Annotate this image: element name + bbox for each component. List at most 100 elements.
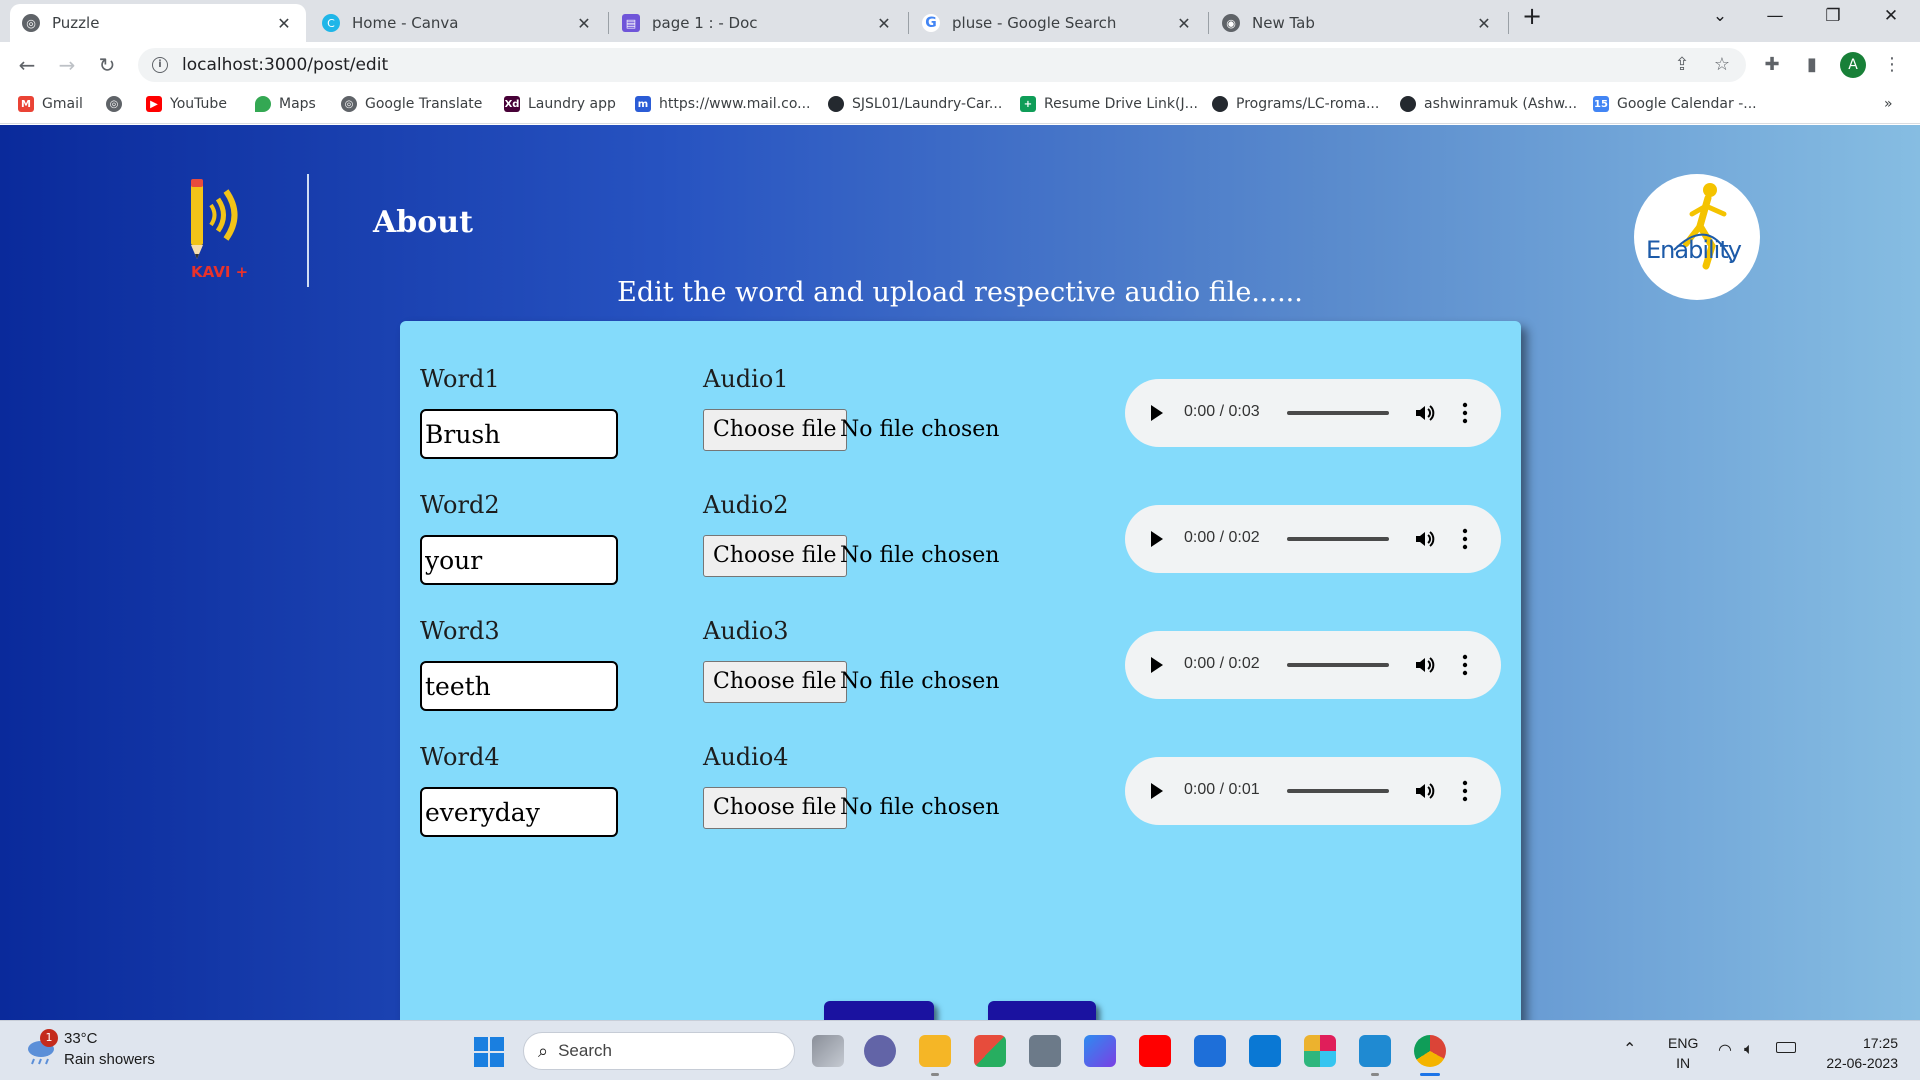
youtube-icon: ▶ xyxy=(146,96,162,112)
chrome-icon[interactable] xyxy=(1414,1035,1446,1067)
tab-search-chevron-icon[interactable]: ⌄ xyxy=(1700,6,1740,26)
file-status-text: No file chosen xyxy=(840,417,1000,442)
extensions-puzzle-icon[interactable]: ✚ xyxy=(1760,53,1784,77)
page-title[interactable]: About xyxy=(373,205,473,240)
more-options-icon[interactable] xyxy=(1462,527,1468,551)
word-input[interactable] xyxy=(420,535,618,585)
bookmark-laundry-app[interactable]: Xd Laundry app xyxy=(504,96,616,112)
back-arrow-icon[interactable]: ← xyxy=(13,51,41,79)
bookmark-laundry-repo[interactable]: SJSL01/Laundry-Car... xyxy=(828,96,1002,112)
bookmark-github-profile[interactable]: ashwinramuk (Ashw... xyxy=(1400,96,1577,112)
windows-start-icon[interactable] xyxy=(474,1037,504,1067)
file-status-text: No file chosen xyxy=(840,669,1000,694)
speaker-icon[interactable]: 🔈︎ xyxy=(1744,1039,1754,1059)
tab-separator xyxy=(1208,12,1209,34)
tab-doc[interactable]: ▤ page 1 : - Doc ✕ xyxy=(610,4,906,42)
bookmark-gmail[interactable]: M Gmail xyxy=(18,96,83,112)
address-bar[interactable]: i localhost:3000/post/edit xyxy=(138,48,1746,82)
word-input[interactable] xyxy=(420,787,618,837)
play-icon[interactable] xyxy=(1151,657,1163,673)
play-icon[interactable] xyxy=(1151,531,1163,547)
news-app-icon[interactable] xyxy=(1194,1035,1226,1067)
word-input[interactable] xyxy=(420,409,618,459)
bookmark-youtube[interactable]: ▶ YouTube xyxy=(146,96,227,112)
bookmark-star-icon[interactable]: ☆ xyxy=(1710,53,1734,77)
github-icon xyxy=(1400,96,1416,112)
restore-icon[interactable]: ❐ xyxy=(1813,6,1853,26)
side-panel-icon[interactable]: ▮ xyxy=(1800,53,1824,77)
youtube-app-icon[interactable] xyxy=(1139,1035,1171,1067)
choose-file-button[interactable]: Choose file xyxy=(703,661,847,703)
menu-kebab-icon[interactable]: ⋮ xyxy=(1880,53,1904,77)
audio-time: 0:00 / 0:01 xyxy=(1184,781,1260,798)
new-tab-plus-icon[interactable]: + xyxy=(1512,2,1552,30)
bing-icon[interactable] xyxy=(1084,1035,1116,1067)
close-tab-icon[interactable]: ✕ xyxy=(574,14,594,33)
battery-icon[interactable] xyxy=(1776,1042,1796,1053)
bookmark-maps[interactable]: Maps xyxy=(255,96,316,112)
system-clock[interactable]: 17:25 22-06-2023 xyxy=(1808,1033,1898,1073)
play-icon[interactable] xyxy=(1151,405,1163,421)
profile-avatar[interactable]: A xyxy=(1840,52,1866,78)
choose-file-button[interactable]: Choose file xyxy=(703,535,847,577)
input-language[interactable]: ENG IN xyxy=(1668,1033,1698,1073)
tray-overflow-chevron-icon[interactable]: ⌃ xyxy=(1623,1039,1636,1058)
choose-file-button[interactable]: Choose file xyxy=(703,787,847,829)
volume-icon[interactable] xyxy=(1413,401,1437,425)
bookmark-label: Programs/LC-roma... xyxy=(1236,96,1380,112)
tab-new-tab[interactable]: ◉ New Tab ✕ xyxy=(1210,4,1506,42)
close-tab-icon[interactable]: ✕ xyxy=(274,14,294,33)
volume-icon[interactable] xyxy=(1413,527,1437,551)
site-info-icon[interactable]: i xyxy=(152,57,168,73)
minimize-icon[interactable]: — xyxy=(1755,6,1795,26)
mail-icon[interactable] xyxy=(1249,1035,1281,1067)
volume-icon[interactable] xyxy=(1413,779,1437,803)
audio-seek-slider[interactable] xyxy=(1287,663,1389,667)
microsoft-store-icon[interactable] xyxy=(974,1035,1006,1067)
bookmarks-overflow[interactable]: » xyxy=(1884,96,1893,112)
bookmark-mail-com[interactable]: m https://www.mail.co... xyxy=(635,96,811,112)
weather-temperature[interactable]: 33°C xyxy=(64,1030,98,1047)
more-options-icon[interactable] xyxy=(1462,401,1468,425)
weather-description[interactable]: Rain showers xyxy=(64,1051,155,1068)
word-input[interactable] xyxy=(420,661,618,711)
audio-time: 0:00 / 0:02 xyxy=(1184,655,1260,672)
more-options-icon[interactable] xyxy=(1462,653,1468,677)
more-options-icon[interactable] xyxy=(1462,779,1468,803)
bookmark-google-calendar[interactable]: 15 Google Calendar -... xyxy=(1593,96,1757,112)
bookmark-google-translate[interactable]: ◎ Google Translate xyxy=(341,96,482,112)
file-explorer-icon[interactable] xyxy=(919,1035,951,1067)
taskbar-search[interactable]: ⌕ Search xyxy=(523,1032,795,1070)
close-window-icon[interactable]: ✕ xyxy=(1871,6,1911,26)
vscode-icon[interactable] xyxy=(1359,1035,1391,1067)
windows-taskbar: 1 33°C Rain showers ⌕ Search ⌃ ENG IN ◠ … xyxy=(0,1020,1920,1080)
tab-canva[interactable]: C Home - Canva ✕ xyxy=(310,4,606,42)
bookmark-label: ashwinramuk (Ashw... xyxy=(1424,96,1578,112)
tab-puzzle[interactable]: ◎ Puzzle ✕ xyxy=(10,4,306,42)
audio-seek-slider[interactable] xyxy=(1287,789,1389,793)
forward-arrow-icon[interactable]: → xyxy=(53,51,81,79)
bookmark-label: Resume Drive Link(J... xyxy=(1044,96,1198,112)
close-tab-icon[interactable]: ✕ xyxy=(1474,14,1494,33)
bookmark-resume-drive[interactable]: + Resume Drive Link(J... xyxy=(1020,96,1198,112)
task-view-icon[interactable] xyxy=(812,1035,844,1067)
wifi-icon[interactable]: ◠ xyxy=(1718,1040,1732,1059)
tab-google-search[interactable]: G pluse - Google Search ✕ xyxy=(910,4,1206,42)
camera-icon[interactable] xyxy=(1029,1035,1061,1067)
reload-icon[interactable]: ↻ xyxy=(93,51,121,79)
play-icon[interactable] xyxy=(1151,783,1163,799)
share-icon[interactable]: ⇪ xyxy=(1670,53,1694,77)
close-tab-icon[interactable]: ✕ xyxy=(1174,14,1194,33)
bookmark-globe[interactable]: ◎ xyxy=(106,96,130,112)
choose-file-button[interactable]: Choose file xyxy=(703,409,847,451)
url-text: localhost:3000/post/edit xyxy=(182,55,389,75)
close-tab-icon[interactable]: ✕ xyxy=(874,14,894,33)
bookmark-programs-repo[interactable]: Programs/LC-roma... xyxy=(1212,96,1379,112)
slack-icon[interactable] xyxy=(1304,1035,1336,1067)
audio-seek-slider[interactable] xyxy=(1287,537,1389,541)
volume-icon[interactable] xyxy=(1413,653,1437,677)
audio-seek-slider[interactable] xyxy=(1287,411,1389,415)
teams-chat-icon[interactable] xyxy=(864,1035,896,1067)
word-label: Word4 xyxy=(420,743,500,771)
tab-title: Puzzle xyxy=(52,14,100,32)
